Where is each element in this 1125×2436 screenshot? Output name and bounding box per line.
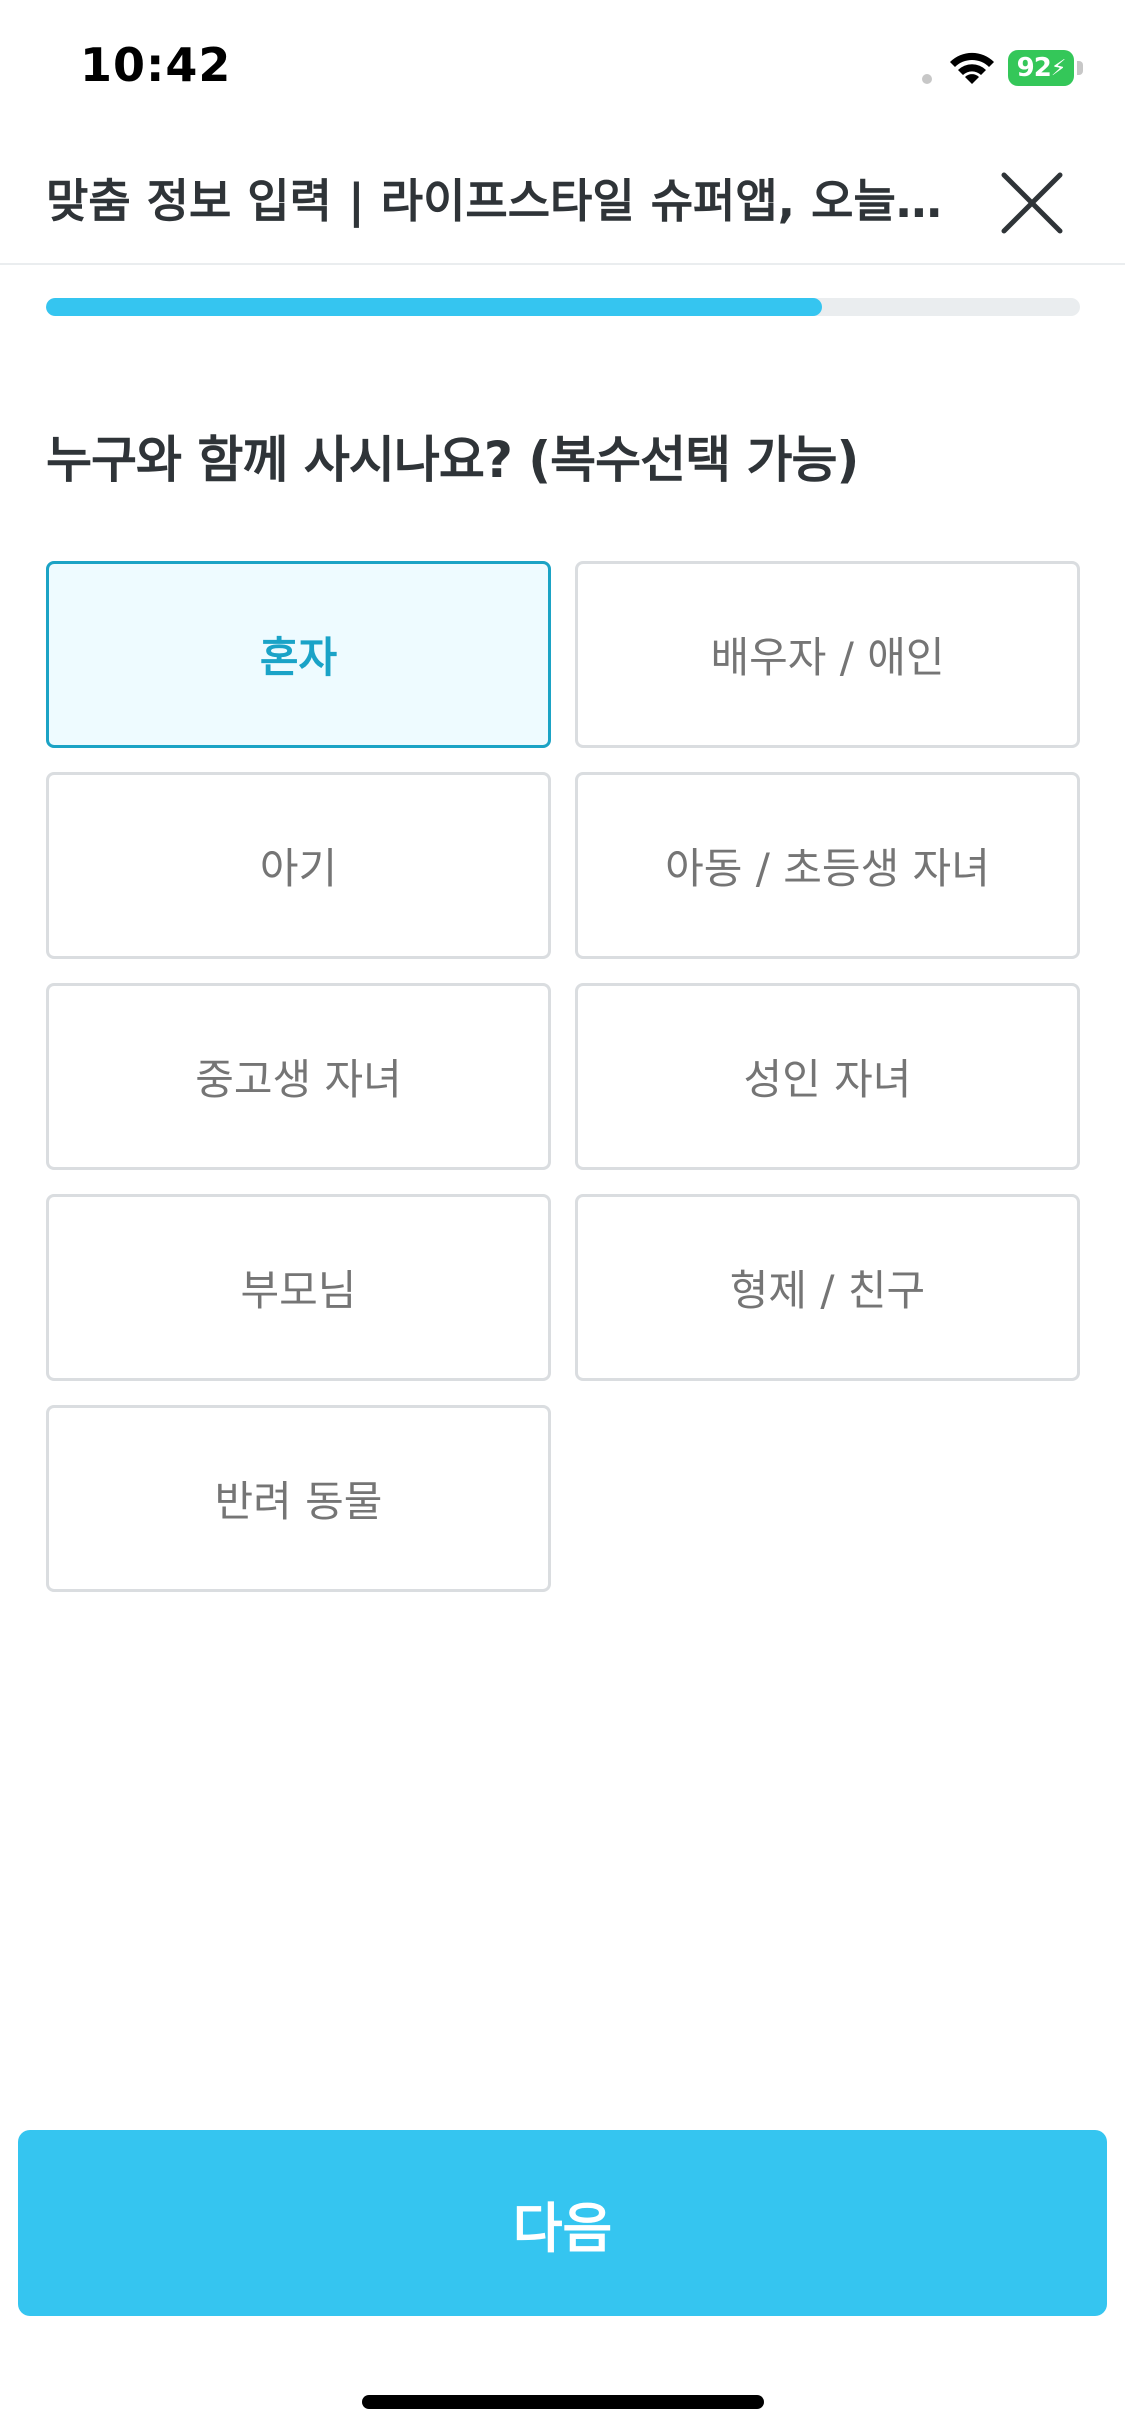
battery-charging-icon: 92 ⚡ (1008, 50, 1074, 86)
page-title: 맞춤 정보 입력 | 라이프스타일 슈퍼앱, 오늘의집 (46, 174, 946, 228)
next-button[interactable]: 다음 (18, 2130, 1107, 2316)
status-time: 10:42 (80, 38, 232, 92)
battery-cap (1077, 61, 1083, 75)
screen: 10:42 92 ⚡ 맞춤 정보 입력 | 라이프스타일 슈퍼앱, 오늘의집 누구… (0, 0, 1125, 2436)
battery-level: 92 (1016, 53, 1052, 83)
home-indicator (362, 2395, 764, 2409)
option-elementary-child[interactable]: 아동 / 초등생 자녀 (575, 772, 1080, 959)
close-button[interactable] (992, 163, 1072, 243)
option-baby[interactable]: 아기 (46, 772, 551, 959)
header: 맞춤 정보 입력 | 라이프스타일 슈퍼앱, 오늘의집 (0, 135, 1125, 265)
question-title: 누구와 함께 사시나요? (복수선택 가능) (46, 431, 859, 489)
progress-bar (46, 298, 1080, 316)
close-icon (1001, 172, 1063, 234)
option-adult-child[interactable]: 성인 자녀 (575, 983, 1080, 1170)
option-teen-child[interactable]: 중고생 자녀 (46, 983, 551, 1170)
wifi-icon (950, 52, 994, 84)
option-spouse-partner[interactable]: 배우자 / 애인 (575, 561, 1080, 748)
progress-fill (46, 298, 822, 316)
option-parents[interactable]: 부모님 (46, 1194, 551, 1381)
signal-dot-icon (922, 74, 932, 84)
option-sibling-friend[interactable]: 형제 / 친구 (575, 1194, 1080, 1381)
option-pet[interactable]: 반려 동물 (46, 1405, 551, 1592)
charging-bolt-icon: ⚡ (1050, 55, 1066, 81)
option-alone[interactable]: 혼자 (46, 561, 551, 748)
status-bar: 10:42 92 ⚡ (0, 0, 1125, 135)
options-grid: 혼자 배우자 / 애인 아기 아동 / 초등생 자녀 중고생 자녀 성인 자녀 … (46, 561, 1080, 1592)
